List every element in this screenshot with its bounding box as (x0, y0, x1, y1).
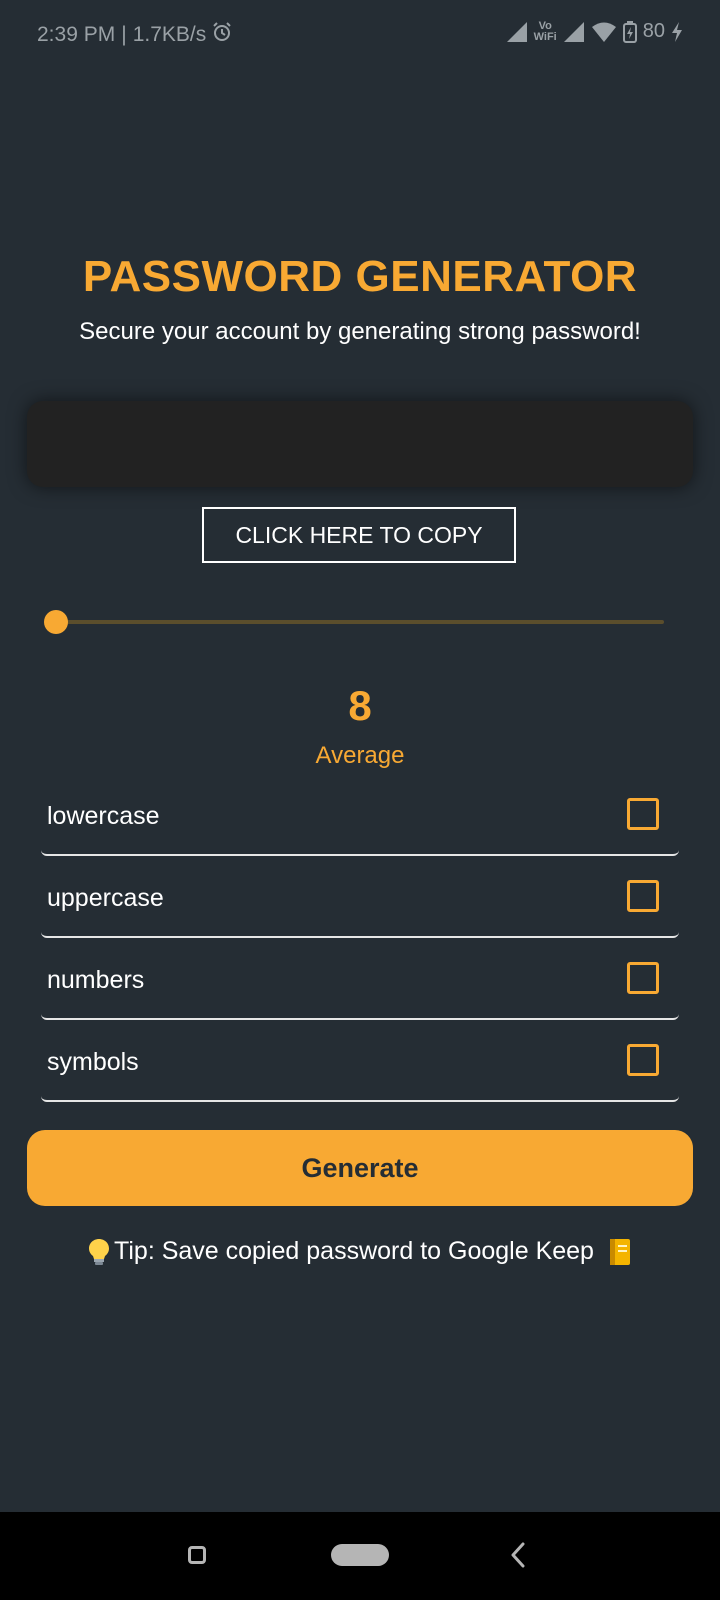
uppercase-checkbox[interactable] (627, 880, 659, 912)
tip: Tip: Save copied password to Google Keep (0, 1237, 720, 1266)
status-left: 2:39 PM | 1.7KB/s (37, 22, 232, 48)
option-row-numbers: numbers (41, 938, 679, 1020)
status-bar: 2:39 PM | 1.7KB/s Vo WiFi 80 (0, 0, 720, 70)
battery-icon (622, 20, 637, 43)
signal-icon (563, 21, 585, 43)
option-label: symbols (47, 1048, 139, 1076)
option-row-uppercase: uppercase (41, 856, 679, 938)
signal-icon (506, 21, 528, 43)
vowifi-icon: Vo WiFi (533, 19, 557, 43)
system-nav-bar (0, 1512, 720, 1600)
strength-label: Average (315, 742, 405, 769)
tip-text: Tip: Save copied password to Google Keep (114, 1237, 594, 1265)
lightbulb-icon (88, 1238, 110, 1266)
back-icon[interactable] (510, 1542, 526, 1573)
vowifi-top: Vo (538, 19, 552, 32)
status-net-speed: 1.7KB/s (132, 23, 207, 46)
status-right: Vo WiFi 80 (506, 20, 683, 43)
option-row-lowercase: lowercase (41, 774, 679, 856)
numbers-checkbox[interactable] (627, 962, 659, 994)
notebook-icon (608, 1238, 632, 1266)
page-title: PASSWORD GENERATOR (82, 252, 638, 301)
option-row-symbols: symbols (41, 1020, 679, 1102)
symbols-checkbox[interactable] (627, 1044, 659, 1076)
lowercase-checkbox[interactable] (627, 798, 659, 830)
home-icon[interactable] (331, 1544, 389, 1566)
password-length: 8 (348, 682, 372, 729)
battery-level: 80 (642, 20, 665, 42)
generate-button[interactable]: Generate (27, 1130, 693, 1206)
slider-thumb[interactable] (44, 610, 68, 634)
options-list: lowercase uppercase numbers symbols (41, 774, 679, 1102)
option-label: numbers (47, 966, 145, 994)
wifi-icon (591, 21, 617, 43)
option-label: lowercase (47, 802, 160, 830)
status-separator: | (121, 23, 127, 46)
option-label: uppercase (47, 884, 164, 912)
charging-icon (671, 21, 683, 42)
status-time: 2:39 PM (37, 23, 116, 46)
recents-icon[interactable] (188, 1546, 206, 1564)
alarm-icon (212, 22, 232, 48)
page-subtitle: Secure your account by generating strong… (79, 318, 641, 345)
copy-button[interactable]: CLICK HERE TO COPY (202, 507, 516, 563)
length-slider[interactable] (44, 608, 664, 636)
slider-track[interactable] (56, 620, 664, 624)
vowifi-bottom: WiFi (533, 30, 557, 43)
password-display (27, 401, 693, 487)
